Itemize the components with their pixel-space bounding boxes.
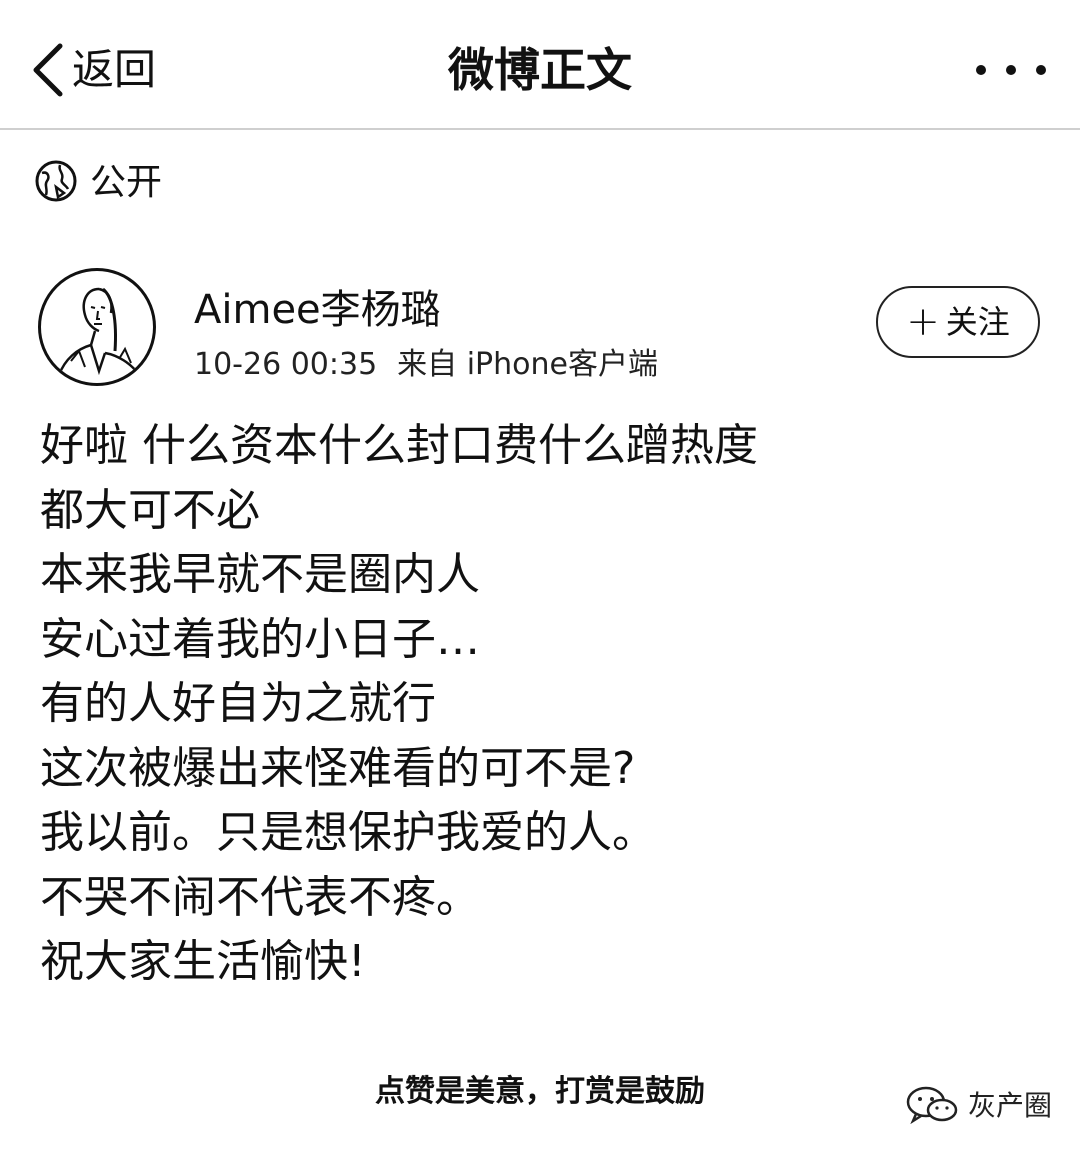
post-line: 不哭不闹不代表不疼。 [40, 871, 480, 923]
visibility-indicator: 公开 [34, 158, 162, 208]
post-line: 祝大家生活愉快! [40, 936, 366, 987]
plus-icon: + [906, 299, 940, 345]
nav-bar: 返回 微博正文 [0, 0, 1080, 130]
watermark-label: 灰产圈 [968, 1089, 1053, 1122]
globe-icon [34, 159, 78, 207]
page-title: 微博正文 [448, 43, 632, 97]
post-source: 来自 iPhone客户端 [397, 347, 658, 382]
follow-button[interactable]: + 关注 [876, 286, 1040, 358]
post-line: 有的人好自为之就行 [40, 678, 436, 729]
more-icon[interactable] [976, 58, 1046, 82]
post-line: 这次被爆出来怪难看的可不是? [40, 742, 636, 794]
follow-label: 关注 [945, 303, 1010, 341]
post-time: 10-26 00:35 [194, 347, 378, 382]
post-content: 好啦 什么资本什么封口费什么蹭热度 都大可不必 本来我早就不是圈内人 安心过着我… [40, 414, 1040, 995]
visibility-label: 公开 [90, 162, 163, 203]
post-line: 我以前。只是想保护我爱的人。 [40, 807, 656, 858]
post-meta: 10-26 00:35 来自 iPhone客户端 [194, 342, 658, 388]
author-name[interactable]: Aimee李杨璐 [194, 282, 441, 338]
avatar[interactable] [38, 268, 156, 386]
post-line: 安心过着我的小日子… [40, 613, 480, 665]
wechat-icon [904, 1084, 960, 1128]
watermark: 灰产圈 [904, 1084, 1052, 1128]
post-line: 都大可不必 [40, 484, 260, 536]
post-line: 好啦 什么资本什么封口费什么蹭热度 [40, 420, 758, 471]
post-line: 本来我早就不是圈内人 [40, 549, 480, 600]
